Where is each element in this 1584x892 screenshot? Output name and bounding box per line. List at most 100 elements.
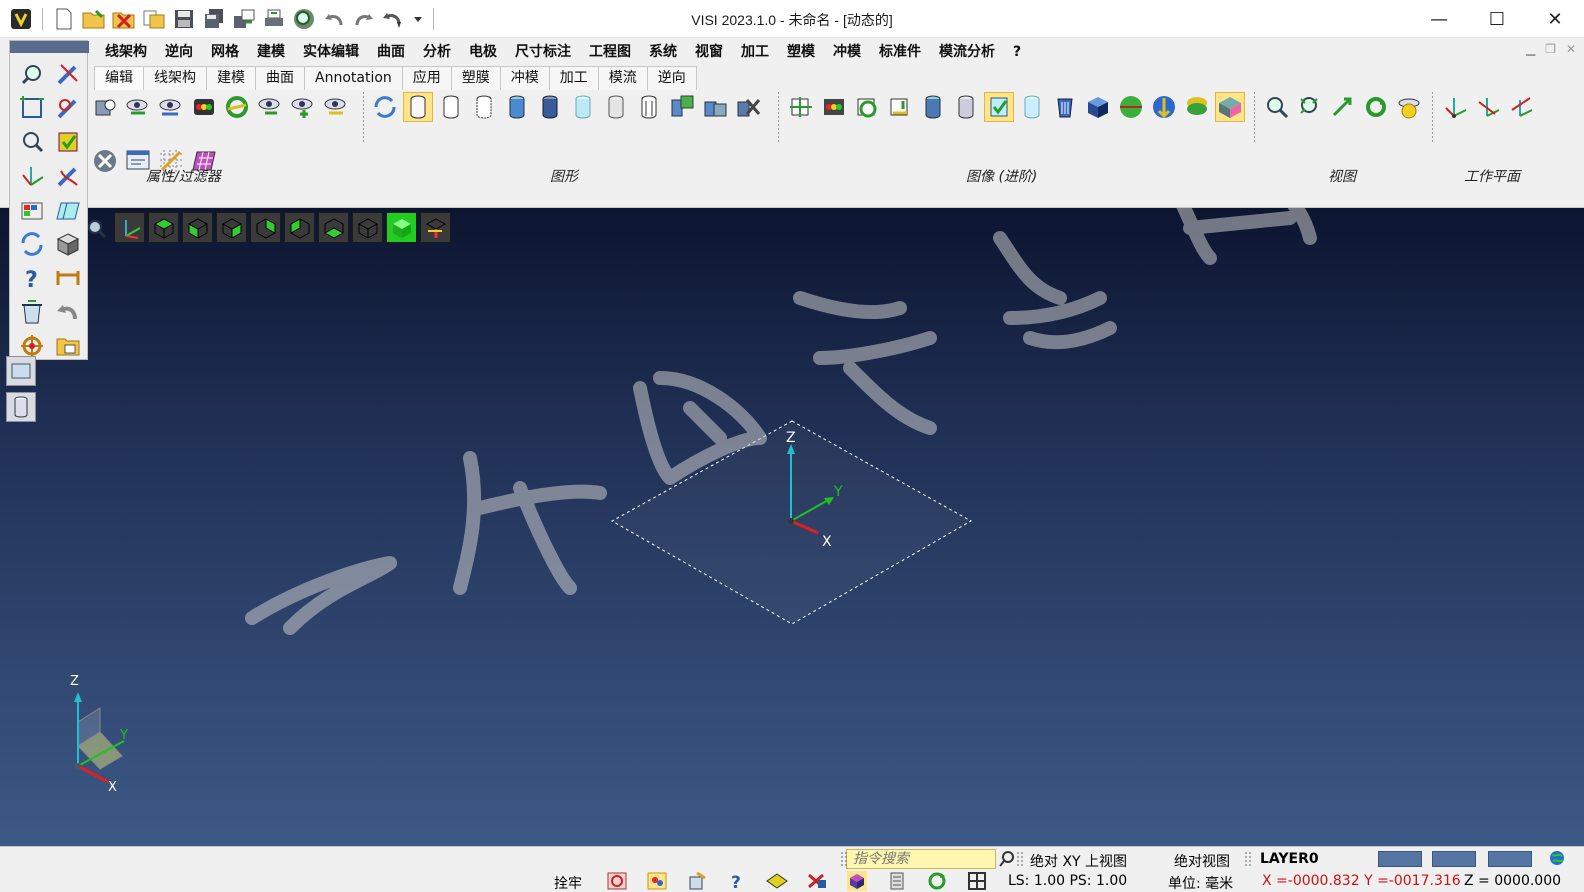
undo-grey-icon[interactable] (52, 297, 84, 327)
workplane-axes-icon[interactable] (1440, 92, 1470, 122)
curve-edit-icon[interactable] (52, 93, 84, 123)
cylinder-hidden-icon[interactable] (469, 92, 499, 122)
maximize-button[interactable]: ☐ (1468, 0, 1526, 38)
layers-status-icon[interactable] (886, 871, 908, 891)
eye-line-icon[interactable] (321, 92, 351, 122)
status-swatch-3[interactable] (1488, 851, 1532, 867)
help-icon[interactable]: ? (16, 263, 48, 293)
view-sphere-blue-icon[interactable] (1149, 92, 1179, 122)
import-export-icon[interactable] (231, 6, 257, 32)
cylinder-green-icon[interactable] (667, 92, 697, 122)
menu-modeling[interactable]: 建模 (248, 40, 294, 64)
model-status-icon[interactable] (686, 871, 708, 891)
print-icon[interactable] (261, 6, 287, 32)
view-layer-sphere-icon[interactable] (1182, 92, 1212, 122)
view-section-icon[interactable] (1215, 92, 1245, 122)
view-transparent-icon[interactable] (1017, 92, 1047, 122)
cube-status-icon[interactable] (846, 871, 868, 891)
palette-status-icon[interactable] (646, 871, 668, 891)
view-solid-cube-icon[interactable] (1083, 92, 1113, 122)
settings-tools-icon[interactable] (90, 146, 120, 176)
menu-system[interactable]: 系统 (640, 40, 686, 64)
unit-label[interactable]: 单位: 毫米 (1168, 873, 1233, 892)
plane-icon[interactable] (52, 195, 84, 225)
eye-filter-icon[interactable] (123, 92, 153, 122)
traffic-light-icon[interactable] (189, 92, 219, 122)
tab-annotation[interactable]: Annotation (304, 66, 403, 90)
menu-surface[interactable]: 曲面 (368, 40, 414, 64)
zoom-inspect-icon[interactable] (16, 127, 48, 157)
reset-icon[interactable] (606, 871, 628, 891)
sketch-edit-icon[interactable] (52, 161, 84, 191)
menu-wireframe[interactable]: 线架构 (96, 40, 156, 64)
abs-view-label[interactable]: 绝对视图 (1174, 851, 1230, 871)
palette-titlebar[interactable] (10, 41, 89, 53)
view-cylinder-blue-icon[interactable] (918, 92, 948, 122)
side-cylinder-icon[interactable] (6, 392, 36, 422)
open-file-icon[interactable] (81, 6, 107, 32)
cylinder-blue-icon[interactable] (502, 92, 532, 122)
menu-analysis[interactable]: 分析 (414, 40, 460, 64)
regen-status-icon[interactable] (926, 871, 948, 891)
view-mode-label[interactable]: 绝对 XY 上视图 (1030, 851, 1127, 871)
save-icon[interactable] (171, 6, 197, 32)
tab-flow[interactable]: 模流 (597, 66, 648, 90)
tab-wireframe[interactable]: 线架构 (143, 66, 207, 90)
view-check-icon[interactable] (984, 92, 1014, 122)
command-search-input[interactable]: 指令搜索 (846, 849, 996, 869)
cylinder-light-icon[interactable] (568, 92, 598, 122)
workplane-move-icon[interactable] (1473, 92, 1503, 122)
menu-mesh[interactable]: 网格 (202, 40, 248, 64)
qat-dropdown-icon[interactable] (411, 6, 425, 32)
lock-label[interactable]: 拴牢 (554, 873, 582, 892)
cylinder-cube-icon[interactable] (700, 92, 730, 122)
menu-dimension[interactable]: 尺寸标注 (506, 40, 580, 64)
eye-minus-icon[interactable] (255, 92, 285, 122)
undo-icon[interactable] (321, 6, 347, 32)
tab-application[interactable]: 应用 (401, 66, 452, 90)
status-swatch-1[interactable] (1378, 851, 1422, 867)
tab-reverse[interactable]: 逆向 (646, 66, 697, 90)
cube-grey-icon[interactable] (52, 229, 84, 259)
mdi-restore-icon[interactable]: ❐ (1545, 42, 1556, 56)
zoom-window-icon[interactable] (1262, 92, 1292, 122)
rect-select-icon[interactable] (16, 93, 48, 123)
tab-surface[interactable]: 曲面 (255, 66, 305, 90)
view-cycle-icon[interactable] (852, 92, 882, 122)
zoom-select-icon[interactable] (16, 59, 48, 89)
menu-solid-edit[interactable]: 实体编辑 (294, 40, 368, 64)
check-select-icon[interactable] (52, 127, 84, 157)
side-shaded-icon[interactable] (6, 356, 36, 386)
menu-reverse[interactable]: 逆向 (156, 40, 202, 64)
plane-status-icon[interactable] (766, 871, 788, 891)
open-recent-icon[interactable] (141, 6, 167, 32)
cylinder-wire-icon[interactable] (436, 92, 466, 122)
pan-view-icon[interactable] (1328, 92, 1358, 122)
delete-bin-icon[interactable] (16, 297, 48, 327)
menu-window[interactable]: 视窗 (686, 40, 732, 64)
cylinder-outline-icon[interactable] (601, 92, 631, 122)
globe-icon[interactable] (1548, 849, 1566, 871)
menu-electrode[interactable]: 电极 (460, 40, 506, 64)
snap-status-icon[interactable] (806, 871, 828, 891)
tab-edit[interactable]: 编辑 (94, 66, 144, 90)
color-palette-icon[interactable] (16, 195, 48, 225)
print-preview-icon[interactable] (291, 6, 317, 32)
view-smile-icon[interactable] (1394, 92, 1424, 122)
rebuild-icon[interactable] (16, 229, 48, 259)
close-button[interactable]: ✕ (1526, 0, 1584, 38)
tab-modeling[interactable]: 建模 (206, 66, 256, 90)
view-dim-icon[interactable] (885, 92, 915, 122)
menu-machining[interactable]: 加工 (732, 40, 778, 64)
help-status-icon[interactable]: ? (726, 871, 748, 891)
shape-refresh-icon[interactable] (370, 92, 400, 122)
transform-axes-icon[interactable] (16, 161, 48, 191)
mdi-close-icon[interactable]: ✕ (1566, 42, 1576, 56)
graphics-viewport[interactable]: Z Y X Z Y X (0, 208, 1584, 846)
view-delete-icon[interactable] (1050, 92, 1080, 122)
refresh-filter-icon[interactable] (222, 92, 252, 122)
menu-flow-analysis[interactable]: 模流分析 (930, 40, 1004, 64)
cylinder-tools-icon[interactable] (733, 92, 763, 122)
cylinder-dark-icon[interactable] (535, 92, 565, 122)
menu-standard-parts[interactable]: 标准件 (870, 40, 930, 64)
